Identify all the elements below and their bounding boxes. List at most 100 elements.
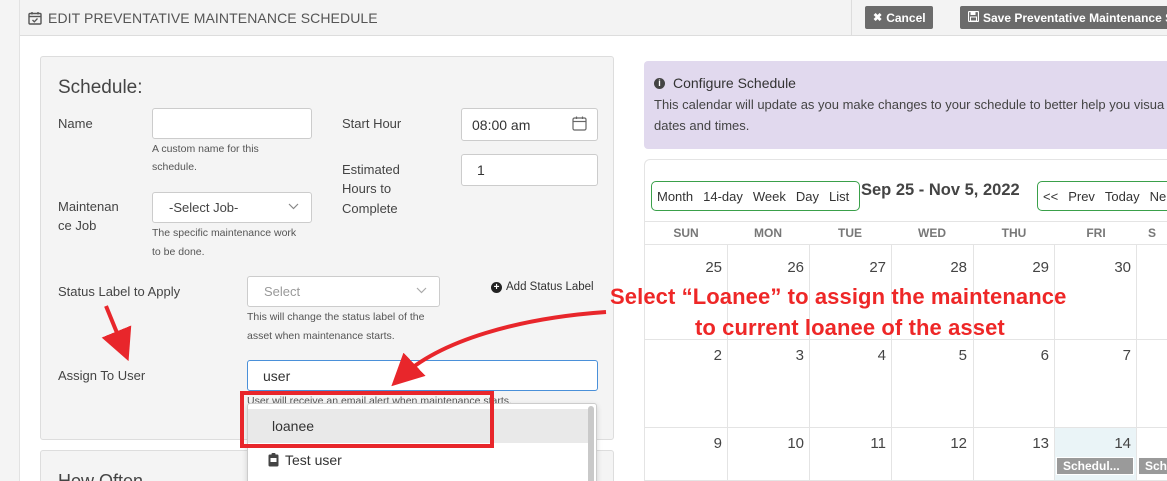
first-button[interactable]: <<: [1038, 189, 1063, 204]
cancel-label: Cancel: [886, 10, 926, 25]
nav-button-group: << Prev Today Ne: [1037, 181, 1167, 211]
calendar-icon: [572, 116, 587, 134]
configure-title-text: Configure Schedule: [673, 75, 796, 91]
job-help-1: The specific maintenance work: [152, 227, 297, 239]
divider: [973, 244, 974, 480]
annotation-line-2: to current loanee of the asset: [695, 315, 1005, 340]
job-select-value: -Select Job-: [169, 200, 239, 215]
job-label-1: Maintenan: [58, 199, 119, 214]
annotation-line-1: Select “Loanee” to assign the maintenanc…: [610, 284, 1067, 309]
info-icon: i: [654, 77, 665, 89]
divider: [645, 244, 1167, 245]
day-cell[interactable]: 13: [1019, 435, 1049, 452]
view-month-button[interactable]: Month: [652, 189, 698, 204]
day-cell[interactable]: 10: [774, 435, 804, 452]
option-label: Test user: [285, 452, 342, 468]
divider: [1054, 244, 1055, 480]
day-cell[interactable]: 9: [692, 435, 722, 452]
calendar-event[interactable]: Schedul...: [1056, 457, 1134, 475]
job-select[interactable]: -Select Job-: [152, 192, 312, 223]
est-hours-label-3: Complete: [342, 201, 398, 216]
badge-icon: [268, 453, 279, 467]
name-input[interactable]: [152, 108, 312, 139]
weekday-sun: SUN: [673, 226, 699, 240]
divider: [809, 244, 810, 480]
start-hour-input[interactable]: 08:00 am: [461, 108, 598, 141]
close-icon: ✖: [873, 12, 883, 24]
chevron-down-icon: [288, 202, 299, 213]
day-cell[interactable]: 2: [692, 347, 722, 364]
day-cell[interactable]: 12: [937, 435, 967, 452]
name-help-1: A custom name for this: [152, 143, 259, 155]
view-list-button[interactable]: List: [824, 189, 854, 204]
view-week-button[interactable]: Week: [748, 189, 791, 204]
page-title: EDIT PREVENTATIVE MAINTENANCE SCHEDULE: [28, 10, 378, 26]
divider: [891, 244, 892, 480]
how-often-title: How Often: [58, 471, 144, 481]
day-cell[interactable]: 6: [1019, 347, 1049, 364]
day-cell[interactable]: 25: [692, 259, 722, 276]
view-button-group: Month 14-day Week Day List: [651, 181, 860, 211]
save-button[interactable]: Save Preventative Maintenance S: [960, 6, 1167, 29]
next-button[interactable]: Ne: [1145, 189, 1167, 204]
weekday-mon: MON: [754, 226, 782, 240]
calendar-range: Sep 25 - Nov 5, 2022: [861, 181, 1020, 199]
plus-circle-icon: +: [491, 281, 502, 293]
configure-body-line-1: This calendar will update as you make ch…: [654, 97, 1165, 112]
day-cell[interactable]: 4: [856, 347, 886, 364]
highlight-box: [240, 391, 494, 448]
weekday-tue: TUE: [838, 226, 862, 240]
day-cell[interactable]: 7: [1101, 347, 1131, 364]
status-select[interactable]: Select: [247, 276, 440, 307]
day-cell[interactable]: 28: [937, 259, 967, 276]
est-hours-label-2: Hours to: [342, 181, 392, 196]
assign-label: Assign To User: [58, 368, 146, 383]
est-hours-input[interactable]: 1: [461, 154, 598, 186]
day-cell[interactable]: 5: [937, 347, 967, 364]
day-cell[interactable]: 14: [1101, 435, 1131, 452]
calendar-event[interactable]: Sch: [1138, 457, 1167, 475]
view-14day-button[interactable]: 14-day: [698, 189, 748, 204]
chevron-down-icon: [416, 286, 427, 297]
day-cell[interactable]: 30: [1101, 259, 1131, 276]
configure-title: i Configure Schedule: [654, 75, 796, 91]
day-cell[interactable]: 3: [774, 347, 804, 364]
status-label: Status Label to Apply: [58, 284, 181, 299]
floppy-disk-icon: [967, 10, 980, 25]
job-label-2: ce Job: [58, 218, 97, 233]
divider: [851, 0, 852, 36]
save-label: Save Preventative Maintenance S: [983, 10, 1167, 25]
scrollbar[interactable]: [588, 406, 594, 481]
divider: [727, 244, 728, 480]
status-help-2: asset when maintenance starts.: [247, 330, 395, 342]
day-cell[interactable]: 11: [856, 435, 886, 452]
name-label: Name: [58, 116, 93, 131]
dropdown-option-test-user[interactable]: Test user: [248, 443, 588, 477]
est-hours-label-1: Estimated: [342, 162, 400, 177]
weekday-sat: S: [1147, 226, 1156, 240]
weekday-thu: THU: [1001, 226, 1027, 240]
cancel-button[interactable]: ✖ Cancel: [865, 6, 933, 29]
header-bar: EDIT PREVENTATIVE MAINTENANCE SCHEDULE ✖…: [20, 0, 1167, 36]
status-help-1: This will change the status label of the: [247, 311, 425, 323]
configure-schedule-info: i Configure Schedule This calendar will …: [644, 61, 1167, 149]
name-help-2: schedule.: [152, 161, 197, 173]
left-sidebar-edge: [0, 0, 20, 481]
divider: [1136, 244, 1137, 480]
status-select-placeholder: Select: [264, 284, 301, 299]
job-help-2: to be done.: [152, 246, 205, 258]
prev-button[interactable]: Prev: [1063, 189, 1100, 204]
calendar-check-icon: [28, 11, 42, 25]
page-title-text: EDIT PREVENTATIVE MAINTENANCE SCHEDULE: [48, 10, 378, 26]
section-title: Schedule:: [58, 77, 143, 98]
add-status-label-link[interactable]: + Add Status Label: [491, 281, 594, 293]
day-cell[interactable]: 27: [856, 259, 886, 276]
view-day-button[interactable]: Day: [791, 189, 824, 204]
weekday-fri: FRI: [1086, 226, 1106, 240]
assign-user-input[interactable]: user: [247, 360, 598, 391]
configure-body: This calendar will update as you make ch…: [654, 94, 1167, 136]
day-cell[interactable]: 26: [774, 259, 804, 276]
day-cell[interactable]: 29: [1019, 259, 1049, 276]
today-button[interactable]: Today: [1100, 189, 1145, 204]
weekday-wed: WED: [918, 226, 946, 240]
